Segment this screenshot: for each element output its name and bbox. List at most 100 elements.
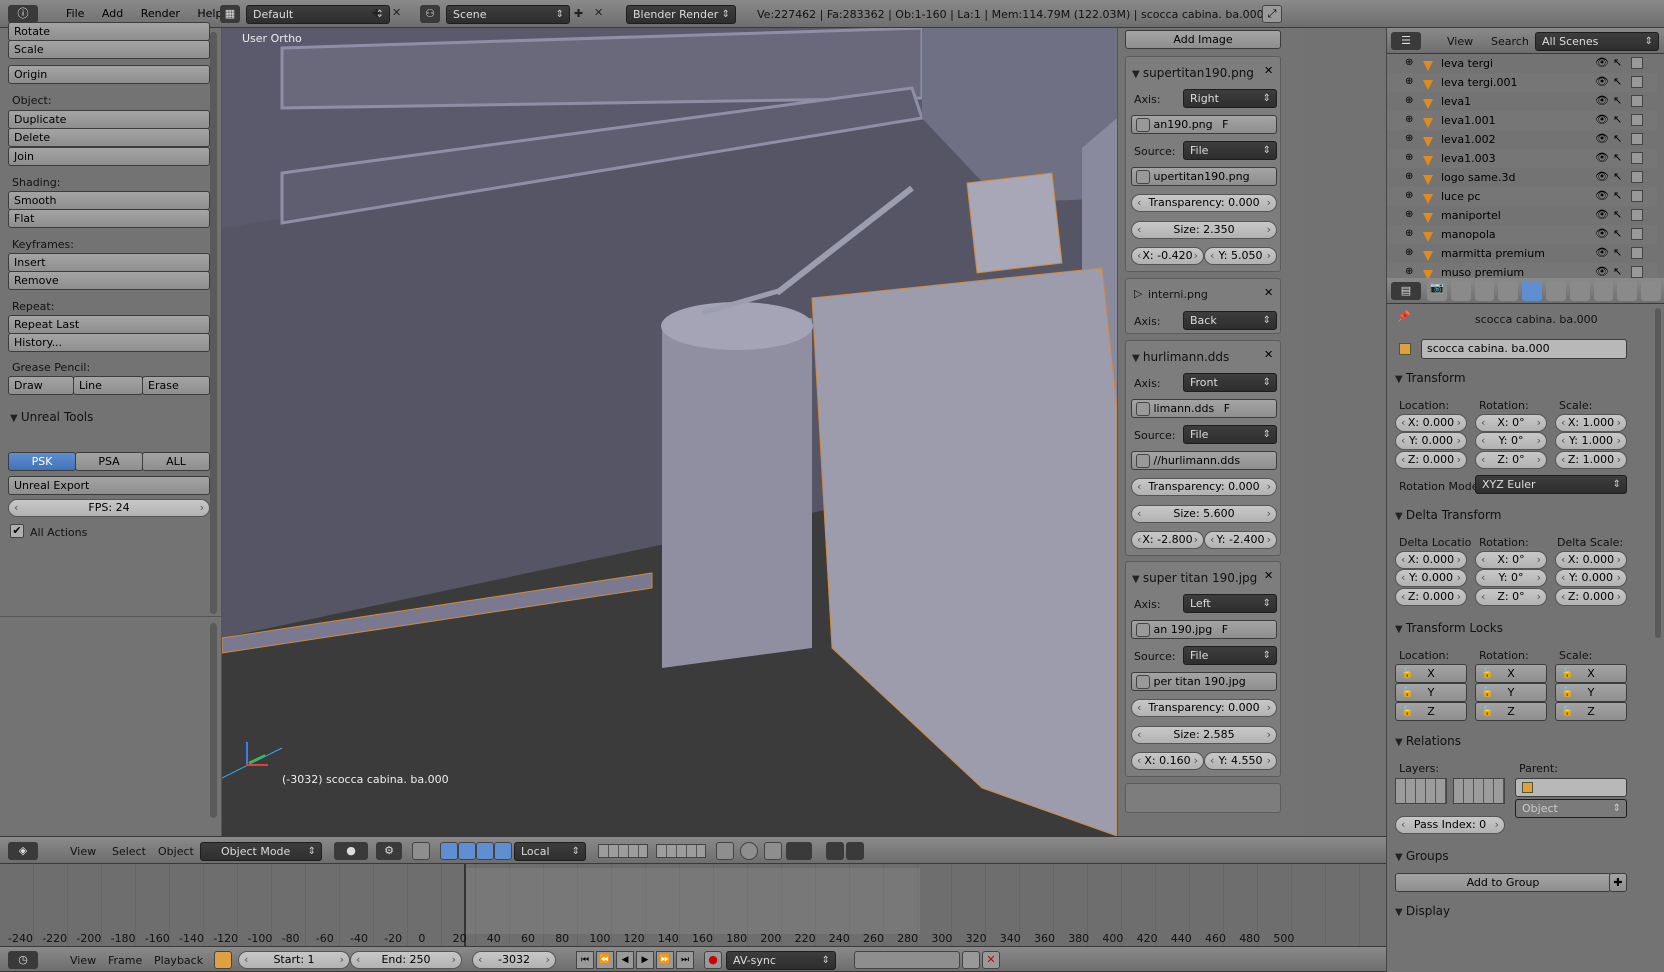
psa-button[interactable]: PSA [75, 452, 143, 471]
expand-icon[interactable]: ⊕ [1405, 228, 1413, 239]
outliner-view-menu[interactable]: View [1447, 35, 1473, 48]
expand-icon[interactable]: ⊕ [1405, 95, 1413, 106]
current-frame-field[interactable]: -3032 [472, 951, 556, 969]
bg-image-2-expand-icon[interactable]: ▷ [1134, 287, 1142, 300]
repeat-last-button[interactable]: Repeat Last [8, 315, 210, 334]
bg-image-1-transparency[interactable]: Transparency: 0.000 [1131, 194, 1277, 212]
world-tab-icon[interactable] [1498, 281, 1519, 301]
bg-image-1-name[interactable]: supertitan190.png [1132, 66, 1254, 80]
scale-icon[interactable] [476, 842, 494, 860]
menu-file[interactable]: File [66, 7, 84, 20]
bg-image-4-source[interactable]: File [1183, 646, 1277, 665]
bg-image-4-y[interactable]: Y: 4.550 [1204, 752, 1277, 770]
expand-icon[interactable]: ⊕ [1405, 266, 1413, 277]
material-tab-icon[interactable] [1617, 281, 1638, 301]
rotation-y[interactable]: Y: 0° [1475, 432, 1547, 450]
transform-panel-header[interactable]: Transform [1395, 371, 1466, 385]
outliner-editor-icon[interactable]: ☰ [1391, 32, 1421, 50]
info-editor-icon[interactable]: ⓘ [8, 5, 38, 23]
end-frame-field[interactable]: End: 250 [350, 951, 462, 969]
add-layout-icon[interactable]: ✚ [372, 7, 381, 20]
origin-button[interactable]: Origin [8, 65, 210, 84]
visibility-eye-icon[interactable]: 👁 [1595, 132, 1609, 145]
lock-location-y[interactable]: 🔓 Y [1395, 683, 1467, 702]
render-camera-icon[interactable] [1631, 133, 1643, 145]
outliner-row[interactable]: ⊕ leva1.001 👁 ↖ [1387, 111, 1657, 130]
fullscreen-icon[interactable]: ⤢ [1262, 5, 1282, 23]
menu-add[interactable]: Add [102, 7, 123, 20]
display-panel-header[interactable]: Display [1395, 904, 1450, 918]
scene-selector[interactable]: Scene [446, 5, 570, 24]
close-icon[interactable]: ✕ [1264, 64, 1273, 77]
prev-keyframe-icon[interactable]: ⏪ [596, 951, 614, 969]
location-x[interactable]: X: 0.000 [1395, 414, 1467, 432]
render-camera-icon[interactable] [1631, 266, 1643, 278]
bg-image-1-file[interactable]: an190.png F [1131, 115, 1277, 134]
grease-line-button[interactable]: Line [73, 376, 143, 395]
modifiers-tab-icon[interactable] [1569, 281, 1590, 301]
bg-image-1-y[interactable]: Y: 5.050 [1204, 247, 1277, 265]
delta-rotation-z[interactable]: Z: 0° [1475, 588, 1547, 606]
history-button[interactable]: History... [8, 333, 210, 352]
grease-draw-button[interactable]: Draw [8, 376, 74, 395]
bg-image-1-path[interactable]: upertitan190.png [1131, 167, 1277, 186]
play-reverse-icon[interactable]: ◀ [616, 951, 634, 969]
object-name-field[interactable]: scocca cabina. ba.000 [1421, 339, 1627, 359]
snap-icon[interactable] [764, 842, 782, 860]
psk-button[interactable]: PSK [8, 452, 76, 471]
bg-image-3-x[interactable]: X: -2.800 [1131, 531, 1204, 549]
render-camera-icon[interactable] [1631, 247, 1643, 259]
scene-layers-icon[interactable] [598, 844, 648, 858]
expand-icon[interactable]: ⊕ [1405, 133, 1413, 144]
expand-icon[interactable]: ⊕ [1405, 57, 1413, 68]
bg-image-4-path[interactable]: per titan 190.jpg [1131, 672, 1277, 691]
parent-type-selector[interactable]: Object [1515, 799, 1627, 818]
render-camera-icon[interactable] [1631, 171, 1643, 183]
outliner-search-menu[interactable]: Search [1491, 35, 1529, 48]
bg-image-2-name[interactable]: interni.png [1148, 288, 1208, 301]
expand-icon[interactable]: ⊕ [1405, 171, 1413, 182]
location-y[interactable]: Y: 0.000 [1395, 432, 1467, 450]
lock-layers-icon[interactable] [716, 842, 734, 860]
render-anim-icon[interactable] [846, 842, 864, 860]
start-frame-field[interactable]: Start: 1 [238, 951, 350, 969]
bg-image-3-name[interactable]: hurlimann.dds [1132, 350, 1229, 364]
add-group-plus-button[interactable]: ✚ [1609, 873, 1627, 892]
shading-mode-icon[interactable]: ● [334, 842, 368, 860]
proportional-edit-icon[interactable] [740, 842, 758, 860]
expand-icon[interactable]: ⊕ [1405, 190, 1413, 201]
keying-set-field[interactable] [854, 951, 960, 969]
close-icon[interactable]: ✕ [1264, 569, 1273, 582]
outliner-row[interactable]: ⊕ leva1.002 👁 ↖ [1387, 130, 1657, 149]
bg-image-3-file[interactable]: limann.dds F [1131, 399, 1277, 418]
bg-image-3-path[interactable]: //hurlimann.dds [1131, 451, 1277, 470]
key-insert-icon[interactable] [962, 951, 980, 969]
fake-user-button[interactable]: F [1222, 623, 1228, 636]
duplicate-button[interactable]: Duplicate [8, 110, 210, 129]
bg-image-1-source[interactable]: File [1183, 141, 1277, 160]
fake-user-button[interactable]: F [1224, 402, 1230, 415]
parent-field[interactable] [1515, 778, 1627, 797]
bg-image-4-transparency[interactable]: Transparency: 0.000 [1131, 699, 1277, 717]
visibility-eye-icon[interactable]: 👁 [1595, 189, 1609, 202]
join-button[interactable]: Join [8, 147, 210, 166]
outliner-row[interactable]: ⊕ luce pc 👁 ↖ [1387, 187, 1657, 206]
expand-icon[interactable]: ⊕ [1405, 209, 1413, 220]
expand-icon[interactable]: ⊕ [1405, 114, 1413, 125]
select-cursor-icon[interactable]: ↖ [1613, 113, 1622, 126]
rotate-icon[interactable] [458, 842, 476, 860]
render-camera-icon[interactable] [1631, 228, 1643, 240]
location-z[interactable]: Z: 0.000 [1395, 451, 1467, 469]
transform-orientation-selector[interactable]: Local [514, 842, 586, 861]
visibility-eye-icon[interactable]: 👁 [1595, 113, 1609, 126]
bg-image-1-axis[interactable]: Right [1183, 89, 1277, 108]
delta-scale-z[interactable]: Z: 0.000 [1555, 588, 1627, 606]
rotation-z[interactable]: Z: 0° [1475, 451, 1547, 469]
visibility-eye-icon[interactable]: 👁 [1595, 265, 1609, 278]
lock-scale-y[interactable]: 🔓 Y [1555, 683, 1627, 702]
lock-scale-x[interactable]: 🔓 X [1555, 664, 1627, 683]
bg-image-3-size[interactable]: Size: 5.600 [1131, 505, 1277, 523]
render-camera-icon[interactable] [1631, 190, 1643, 202]
outliner-row[interactable]: ⊕ logo same.3d 👁 ↖ [1387, 168, 1657, 187]
timeline-frame-menu[interactable]: Frame [108, 954, 142, 967]
